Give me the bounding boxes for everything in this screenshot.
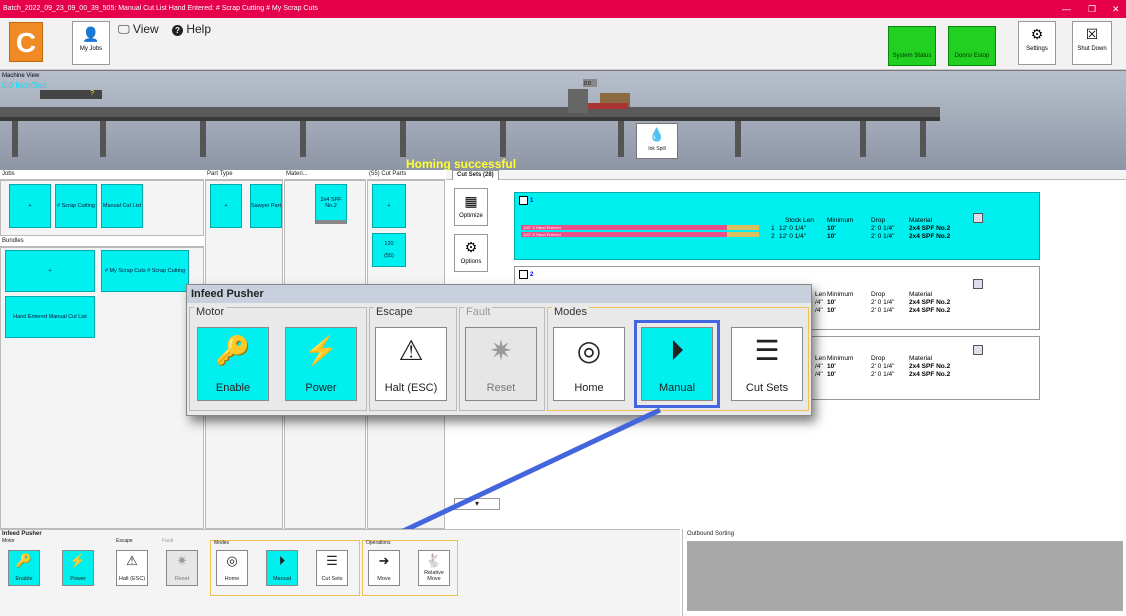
rabbit-icon: 🐇 bbox=[425, 553, 443, 568]
lightning-icon: ⚡ bbox=[69, 553, 87, 568]
move-icon: ➜ bbox=[378, 553, 390, 568]
warning-icon: ⚠ bbox=[126, 553, 138, 568]
dock-manual-button[interactable]: ⏵ Manual bbox=[266, 550, 298, 586]
dock-relative-move-button[interactable]: 🐇 Relative Move bbox=[418, 550, 450, 586]
dock-halt-button[interactable]: ⚠ Halt (ESC) bbox=[116, 550, 148, 586]
dock-title: Infeed Pusher bbox=[2, 531, 42, 537]
list-icon: ☰ bbox=[326, 553, 338, 568]
play-icon: ⏵ bbox=[278, 553, 286, 568]
dock-reset-button[interactable]: ✷ Reset bbox=[166, 550, 198, 586]
dock-move-button[interactable]: ➜ Move bbox=[368, 550, 400, 586]
target-icon: ◎ bbox=[226, 553, 238, 568]
infeed-pusher-dock: Infeed Pusher Motor Escape Fault Modes O… bbox=[0, 529, 680, 616]
dock-cut-sets-button[interactable]: ☰ Cut Sets bbox=[316, 550, 348, 586]
dock-fault-label: Fault bbox=[162, 538, 174, 544]
outbound-sorting-panel: Outbound Sorting bbox=[682, 529, 1126, 616]
dock-home-button[interactable]: ◎ Home bbox=[216, 550, 248, 586]
callout-arrow bbox=[302, 407, 662, 580]
key-icon: 🔑 bbox=[15, 553, 33, 568]
burst-icon: ✷ bbox=[176, 553, 188, 568]
dock-motor-label: Motor bbox=[2, 538, 15, 544]
dock-enable-button[interactable]: 🔑 Enable bbox=[8, 550, 40, 586]
dock-power-button[interactable]: ⚡ Power bbox=[62, 550, 94, 586]
dock-escape-label: Escape bbox=[116, 538, 133, 544]
outbound-view bbox=[687, 541, 1123, 611]
outbound-header: Outbound Sorting bbox=[687, 531, 735, 537]
